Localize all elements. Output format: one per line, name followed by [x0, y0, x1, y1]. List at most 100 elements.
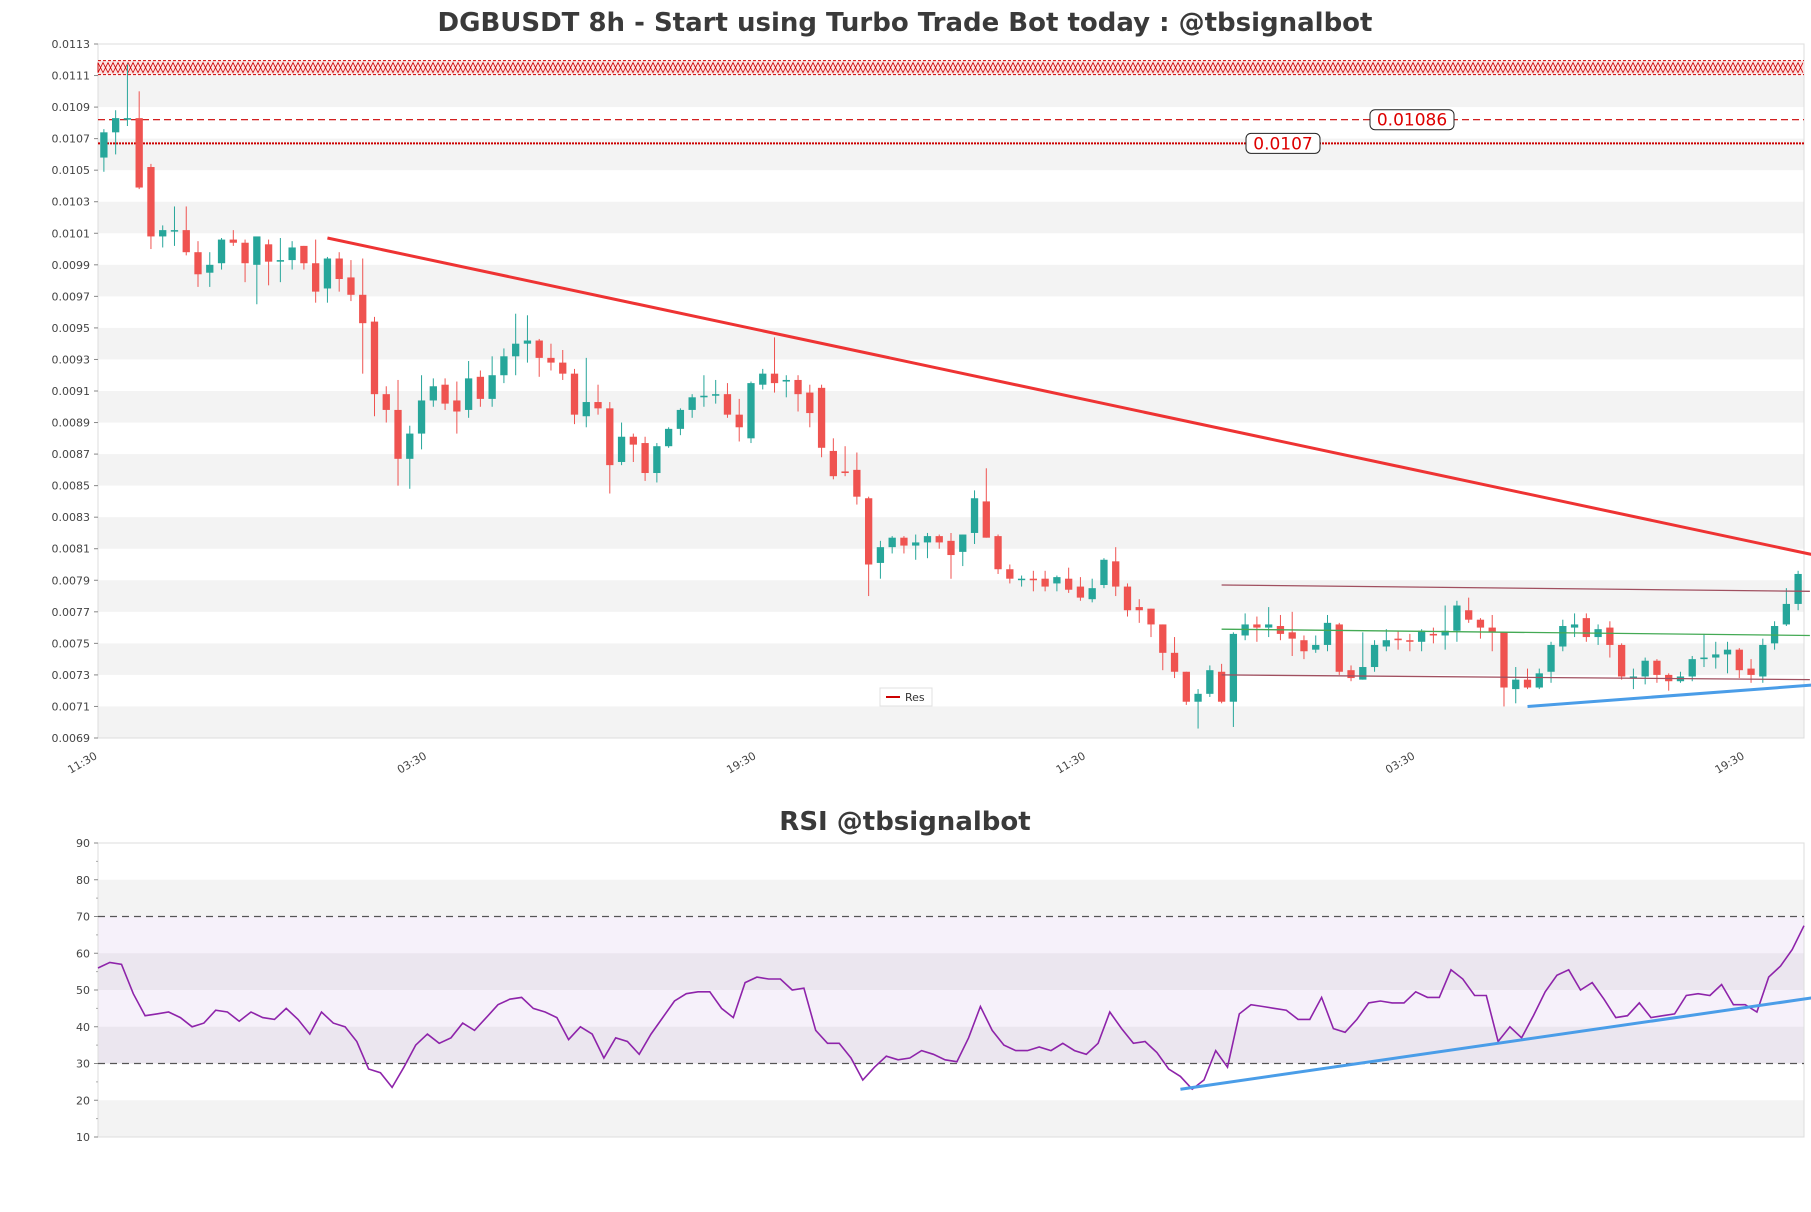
candle-body [736, 415, 743, 428]
candle-body [488, 375, 495, 399]
candle-body [1041, 579, 1048, 587]
candle-body [1700, 658, 1707, 660]
candle-body [1112, 561, 1119, 586]
candle-body [571, 374, 578, 415]
y-tick-label: 40 [76, 1021, 90, 1034]
candle-body [971, 498, 978, 533]
candle-body [124, 118, 131, 120]
candle-body [1324, 623, 1331, 645]
candle-body [1230, 634, 1237, 702]
candle-body [406, 434, 413, 459]
candle-body [1583, 618, 1590, 637]
candle-body [1089, 588, 1096, 599]
candle-body [1559, 626, 1566, 647]
candle-body [771, 374, 778, 383]
candle-body [1712, 654, 1719, 657]
candle-body [147, 167, 154, 236]
candle-body [1077, 587, 1084, 598]
candle-body [1653, 661, 1660, 675]
candle-body [477, 377, 484, 399]
candle-body [1394, 639, 1401, 641]
candle-body [112, 118, 119, 132]
x-tick-label: 19:30 [1713, 749, 1747, 776]
candle-body [1159, 624, 1166, 652]
y-tick-label: 0.0085 [52, 480, 91, 493]
y-tick-label: 0.0075 [52, 637, 91, 650]
candle-body [889, 538, 896, 547]
candle-body [1289, 632, 1296, 638]
candle-body [594, 402, 601, 408]
candle-body [1689, 659, 1696, 676]
candle-body [1736, 650, 1743, 671]
candle-body [136, 118, 143, 187]
candle-body [394, 410, 401, 459]
x-tick-label: 03:30 [395, 749, 429, 776]
candle-body [1371, 645, 1378, 667]
y-tick-label: 30 [76, 1058, 90, 1071]
candle-body [1453, 606, 1460, 631]
candle-body [277, 260, 284, 262]
grid-band [98, 454, 1804, 486]
rsi-zone [98, 917, 1804, 1064]
y-tick-label: 80 [76, 874, 90, 887]
candle-body [183, 230, 190, 252]
rsi-panel: 102030405060708090 [76, 837, 1811, 1144]
candle-body [1606, 628, 1613, 645]
candle-body [1571, 624, 1578, 627]
candle-body [818, 388, 825, 448]
candle-body [1406, 640, 1413, 642]
price-panel: 0.00690.00710.00730.00750.00770.00790.00… [52, 38, 1811, 776]
candle-body [1347, 670, 1354, 678]
y-tick-label: 70 [76, 911, 90, 924]
candle-body [830, 451, 837, 476]
candle-body [536, 341, 543, 358]
candle-body [1336, 624, 1343, 671]
level-label: 0.0107 [1253, 134, 1312, 154]
candle-body [1512, 680, 1519, 689]
candle-body [383, 394, 390, 410]
y-tick-label: 0.0071 [52, 700, 91, 713]
trend-line [1222, 629, 1810, 635]
candle-body [453, 400, 460, 411]
candle-body [1547, 645, 1554, 672]
y-tick-label: 10 [76, 1131, 90, 1144]
y-tick-label: 0.0077 [52, 606, 91, 619]
candle-body [1194, 694, 1201, 702]
y-tick-label: 0.0073 [52, 669, 91, 682]
price-chart-title: DGBUSDT 8h - Start using Turbo Trade Bot… [438, 8, 1373, 38]
grid-band [98, 1100, 1804, 1137]
y-tick-label: 0.0097 [52, 290, 91, 303]
candle-body [1206, 670, 1213, 694]
x-tick-label: 03:30 [1383, 749, 1417, 776]
candle-body [512, 344, 519, 357]
candle-body [1136, 607, 1143, 610]
y-tick-label: 0.0093 [52, 353, 91, 366]
candle-body [1030, 579, 1037, 581]
candle-body [1171, 653, 1178, 672]
candle-body [559, 363, 566, 374]
candle-body [312, 263, 319, 291]
candle-body [912, 542, 919, 545]
candle-body [1312, 645, 1319, 650]
candle-body [677, 410, 684, 429]
candle-body [630, 437, 637, 445]
grid-band [98, 391, 1804, 423]
grid-band [98, 328, 1804, 360]
candle-body [300, 246, 307, 263]
candle-body [1794, 574, 1801, 604]
y-tick-label: 0.0079 [52, 574, 91, 587]
candle-body [547, 358, 554, 363]
candle-body [1618, 645, 1625, 677]
y-tick-label: 0.0087 [52, 448, 91, 461]
candle-body [794, 380, 801, 394]
candle-body [1536, 673, 1543, 687]
candle-body [641, 443, 648, 473]
candle-body [430, 386, 437, 400]
y-tick-label: 0.0111 [52, 70, 91, 83]
candle-body [524, 341, 531, 344]
grid-band [98, 202, 1804, 234]
level-label: 0.01086 [1377, 111, 1447, 131]
candle-body [1100, 560, 1107, 585]
y-tick-label: 0.0105 [52, 164, 91, 177]
x-tick-label: 19:30 [724, 749, 758, 776]
